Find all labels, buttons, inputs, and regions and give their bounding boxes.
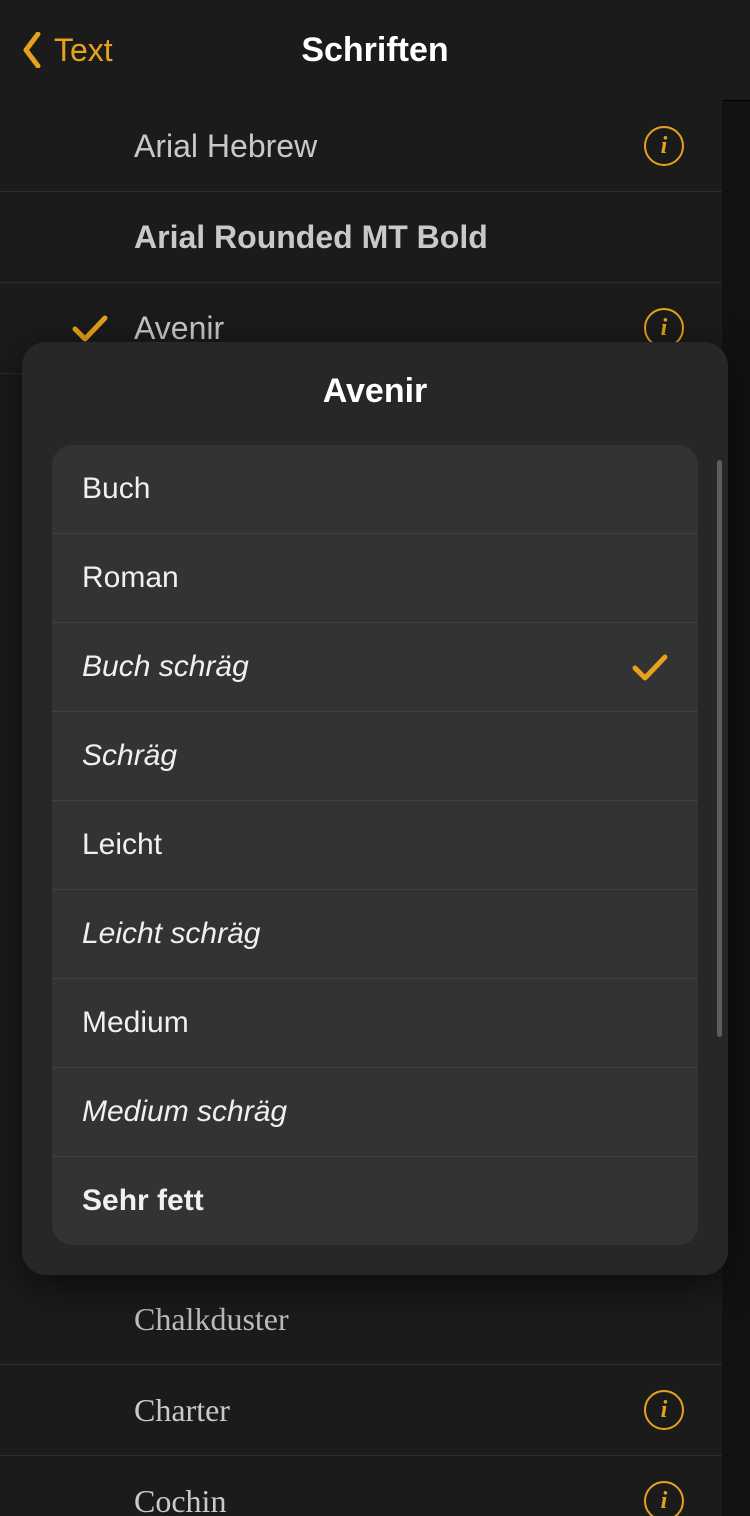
- font-name-label: Chalkduster: [134, 1301, 289, 1338]
- font-name-label: Avenir: [134, 310, 224, 347]
- scroll-indicator[interactable]: [717, 460, 722, 1037]
- info-button[interactable]: i: [644, 1481, 684, 1516]
- font-weight-popover: Avenir Buch Roman Buch schräg Schräg Lei…: [22, 342, 728, 1275]
- font-row-chalkduster[interactable]: Chalkduster: [0, 1274, 722, 1365]
- font-name-label: Arial Rounded MT Bold: [134, 219, 488, 256]
- font-row-charter[interactable]: Charter i: [0, 1365, 722, 1456]
- weight-row-book[interactable]: Buch: [52, 445, 698, 534]
- font-row-arial-rounded[interactable]: Arial Rounded MT Bold: [0, 192, 722, 283]
- weight-label: Leicht schräg: [82, 917, 260, 951]
- info-button[interactable]: i: [644, 126, 684, 166]
- weight-label: Medium schräg: [82, 1095, 287, 1129]
- weight-label: Leicht: [82, 828, 162, 862]
- weight-row-medium[interactable]: Medium: [52, 979, 698, 1068]
- info-button[interactable]: i: [644, 1390, 684, 1430]
- weight-label: Buch schräg: [82, 650, 249, 684]
- nav-bar: Text Schriften: [0, 0, 750, 101]
- font-name-label: Arial Hebrew: [134, 128, 317, 165]
- back-label: Text: [54, 32, 113, 69]
- weight-label: Roman: [82, 561, 179, 595]
- weight-label: Buch: [82, 472, 150, 506]
- weight-row-light-oblique[interactable]: Leicht schräg: [52, 890, 698, 979]
- weight-list: Buch Roman Buch schräg Schräg Leicht Lei…: [52, 445, 698, 1245]
- weight-label: Medium: [82, 1006, 189, 1040]
- popover-title: Avenir: [22, 342, 728, 445]
- back-button[interactable]: Text: [22, 0, 113, 100]
- info-icon: i: [644, 1481, 684, 1516]
- checkmark-icon: [632, 653, 668, 681]
- font-name-label: Charter: [134, 1392, 230, 1429]
- info-icon: i: [644, 1390, 684, 1430]
- checkmark-icon: [72, 314, 108, 342]
- weight-row-light[interactable]: Leicht: [52, 801, 698, 890]
- weight-row-book-oblique[interactable]: Buch schräg: [52, 623, 698, 712]
- weight-label: Sehr fett: [82, 1184, 204, 1218]
- font-name-label: Cochin: [134, 1483, 226, 1516]
- popover-arrow-icon: [646, 342, 682, 344]
- weight-label: Schräg: [82, 739, 177, 773]
- weight-row-roman[interactable]: Roman: [52, 534, 698, 623]
- info-icon: i: [644, 126, 684, 166]
- weight-row-oblique[interactable]: Schräg: [52, 712, 698, 801]
- font-row-arial-hebrew[interactable]: Arial Hebrew i: [0, 100, 722, 192]
- weight-row-medium-oblique[interactable]: Medium schräg: [52, 1068, 698, 1157]
- chevron-left-icon: [22, 32, 42, 68]
- font-row-cochin[interactable]: Cochin i: [0, 1456, 722, 1516]
- weight-row-heavy[interactable]: Sehr fett: [52, 1157, 698, 1245]
